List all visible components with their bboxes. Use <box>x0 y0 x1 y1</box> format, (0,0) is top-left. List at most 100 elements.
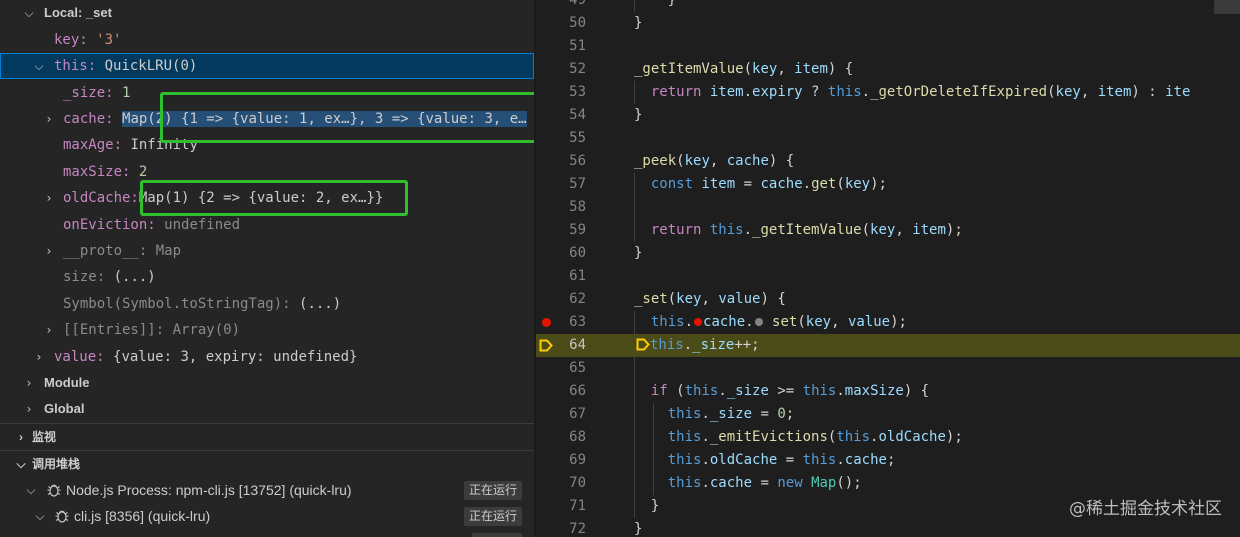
code-line-current[interactable]: 64 this._size++; <box>536 334 1240 357</box>
variable-this[interactable]: ⌵ this: QuickLRU(0) <box>0 53 534 79</box>
line-number: 72 <box>569 521 586 537</box>
line-number: 57 <box>569 176 586 192</box>
line-number: 65 <box>569 360 586 376</box>
line-number: 71 <box>569 498 586 514</box>
watch-section-header[interactable]: › 监视 <box>0 423 534 449</box>
callstack-item-partial[interactable] <box>0 529 534 537</box>
line-number: 60 <box>569 245 586 261</box>
scope-global[interactable]: › Global <box>0 396 534 422</box>
debug-sidebar: ⌵ Local: _set key: '3' ⌵ this: QuickLRU(… <box>0 0 534 537</box>
variable-proto[interactable]: › __proto__: Map <box>0 238 534 264</box>
chevron-right-icon: › <box>36 350 42 364</box>
chevron-right-icon: › <box>46 323 52 337</box>
variable-name: onEviction: <box>63 217 156 233</box>
variable-name: cache: <box>63 111 114 127</box>
variable-value[interactable]: › value: {value: 3, expiry: undefined} <box>0 344 534 370</box>
variable-name: Symbol(Symbol.toStringTag): <box>63 296 291 312</box>
variable-name: size: <box>63 269 106 285</box>
variable-value: (...) <box>299 296 342 312</box>
code-line[interactable]: 68 this._emitEvictions(this.oldCache); <box>536 426 1240 449</box>
variable-name: key: <box>54 32 88 48</box>
code-line[interactable]: 72 } <box>536 518 1240 537</box>
variable-value: '3' <box>96 32 122 48</box>
code-line[interactable]: 49 } <box>536 0 1240 12</box>
code-line[interactable]: 52 _getItemValue(key, item) { <box>536 58 1240 81</box>
variable-entries[interactable]: › [[Entries]]: Array(0) <box>0 317 534 343</box>
code-line[interactable]: 70 this.cache = new Map(); <box>536 472 1240 495</box>
line-number: 52 <box>569 61 586 77</box>
variable-value: QuickLRU(0) <box>104 58 198 74</box>
variable-key[interactable]: key: '3' <box>0 27 534 53</box>
variable-name: _size: <box>63 85 114 101</box>
chevron-down-icon: ⌵ <box>24 6 34 20</box>
chevron-right-icon: › <box>46 244 52 258</box>
variable-name: oldCache: <box>63 190 139 206</box>
bug-icon <box>47 484 61 497</box>
chevron-right-icon: › <box>26 376 32 390</box>
code-line[interactable]: 60 } <box>536 242 1240 265</box>
code-line[interactable]: 50 } <box>536 12 1240 35</box>
line-number: 61 <box>569 268 586 284</box>
line-number: 68 <box>569 429 586 445</box>
scope-local[interactable]: ⌵ Local: _set <box>0 0 534 26</box>
code-line[interactable]: 51 <box>536 35 1240 58</box>
code-line[interactable]: 56 _peek(key, cache) { <box>536 150 1240 173</box>
variable-name: __proto__: <box>63 243 148 259</box>
status-badge <box>472 533 522 537</box>
highlight-box-cache <box>160 92 534 143</box>
callstack-section-header[interactable]: ⌵ 调用堆栈 <box>0 450 534 476</box>
chevron-down-icon: ⌵ <box>35 509 45 523</box>
code-line[interactable]: 67 this._size = 0; <box>536 403 1240 426</box>
inline-breakpoint-hint-icon[interactable] <box>754 317 763 326</box>
watermark: @稀土掘金技术社区 <box>1069 499 1222 519</box>
callstack-section-title: 调用堆栈 <box>32 457 81 471</box>
line-number: 49 <box>569 0 586 8</box>
variable-value: Array(0) <box>172 322 241 338</box>
line-number: 56 <box>569 153 586 169</box>
variable-value: {value: 3, expiry: undefined} <box>113 349 358 365</box>
inline-breakpoint-icon[interactable] <box>694 317 703 326</box>
status-badge: 正在运行 <box>463 481 522 500</box>
variable-name: maxSize: <box>63 164 131 180</box>
chevron-right-icon: › <box>46 191 52 205</box>
line-number: 50 <box>569 15 586 31</box>
code-line[interactable]: 55 <box>536 127 1240 150</box>
line-number: 69 <box>569 452 586 468</box>
scope-module[interactable]: › Module <box>0 370 534 396</box>
code-line[interactable]: 65 <box>536 357 1240 380</box>
chevron-down-icon: ⌵ <box>34 59 44 73</box>
code-line[interactable]: 66 if (this._size >= this.maxSize) { <box>536 380 1240 403</box>
line-number: 54 <box>569 107 586 123</box>
variable-name: maxAge: <box>63 137 123 153</box>
code-line[interactable]: 54 } <box>536 104 1240 127</box>
scope-label: Module <box>44 375 90 390</box>
chevron-right-icon: › <box>26 402 32 416</box>
variable-value: Map <box>155 243 182 259</box>
callstack-child[interactable]: ⌵ cli.js [8356] (quick-lru) 正在运行 <box>0 503 534 529</box>
code-line[interactable]: 57 const item = cache.get(key); <box>536 173 1240 196</box>
chevron-right-icon: › <box>46 112 52 126</box>
code-line[interactable]: 62 _set(key, value) { <box>536 288 1240 311</box>
variable-size-getter[interactable]: size: (...) <box>0 264 534 290</box>
variable-value: 1 <box>122 85 131 101</box>
variable-value: undefined <box>164 217 241 233</box>
line-number: 66 <box>569 383 586 399</box>
code-line[interactable]: 61 <box>536 265 1240 288</box>
callstack-process[interactable]: ⌵ Node.js Process: npm-cli.js [13752] (q… <box>0 477 534 503</box>
highlight-box-oldcache <box>140 180 408 216</box>
status-badge: 正在运行 <box>463 507 522 526</box>
line-number: 53 <box>569 84 586 100</box>
chevron-right-icon: › <box>19 430 23 444</box>
line-number: 58 <box>569 199 586 215</box>
code-editor[interactable]: 49 } 50 } 51 52 _getItemValue(key, item)… <box>536 0 1240 537</box>
code-line[interactable]: 53 return item.expiry ? this._getOrDelet… <box>536 81 1240 104</box>
code-line[interactable]: 59 return this._getItemValue(key, item); <box>536 219 1240 242</box>
line-number: 64 <box>569 337 586 353</box>
code-line[interactable]: 58 <box>536 196 1240 219</box>
variable-symbol[interactable]: Symbol(Symbol.toStringTag): (...) <box>0 291 534 317</box>
scope-label: Global <box>44 401 85 416</box>
code-line[interactable]: 69 this.oldCache = this.cache; <box>536 449 1240 472</box>
line-number: 55 <box>569 130 586 146</box>
code-line-breakpoint[interactable]: 63 this. cache. set(key, value); <box>536 311 1240 334</box>
variable-name: value: <box>54 349 105 365</box>
